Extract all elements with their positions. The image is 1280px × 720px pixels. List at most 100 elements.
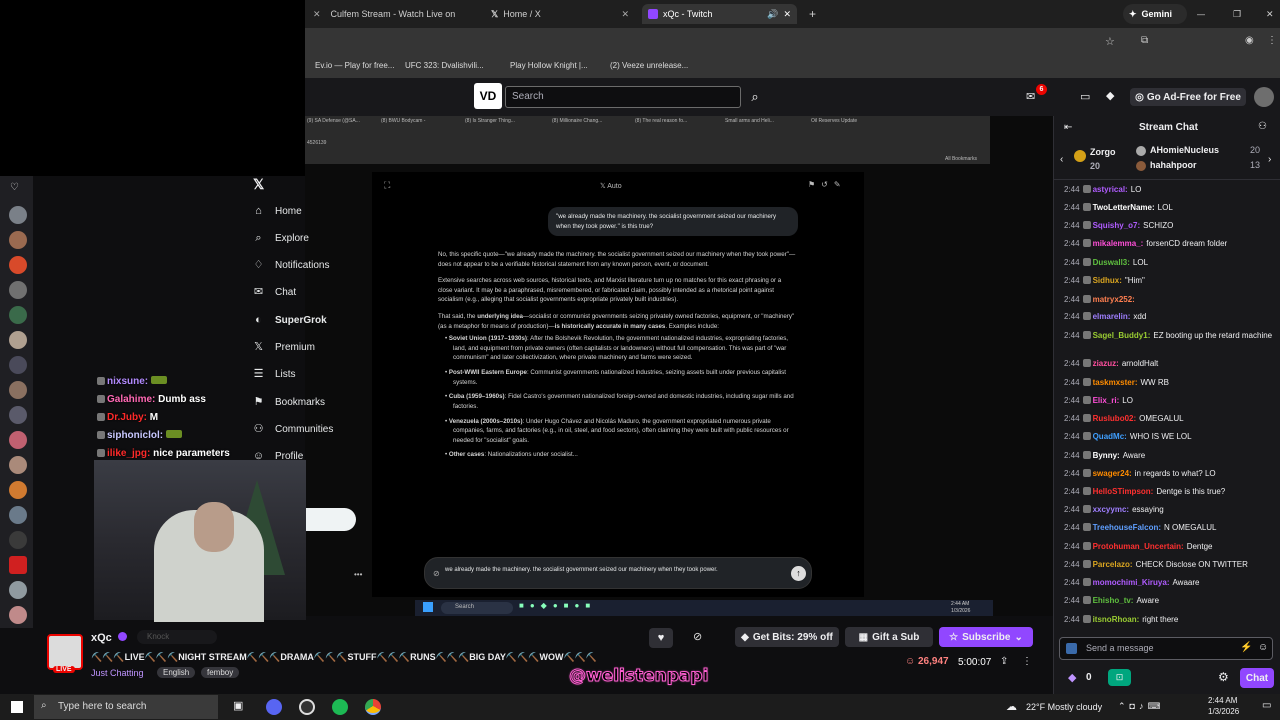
close-icon[interactable]: ✕ xyxy=(621,9,629,20)
inner-search[interactable]: Search xyxy=(441,602,513,614)
attach-icon[interactable]: ⊘ xyxy=(433,569,440,578)
heart-icon[interactable]: ♡ xyxy=(10,182,19,193)
x-nav-chat[interactable]: ✉ Chat xyxy=(252,286,296,299)
chrome-tab-culfem[interactable]: ✕ Culfem Stream - Watch Live on xyxy=(307,4,457,24)
emote-picker-icon[interactable] xyxy=(1066,643,1077,654)
obs-icon[interactable] xyxy=(299,699,315,715)
avatar[interactable] xyxy=(9,306,27,324)
avatar[interactable] xyxy=(9,281,27,299)
bookmark-ufc[interactable]: UFC 323: Dvalishvili... xyxy=(405,61,484,70)
taskbar-search[interactable]: ⌕ Type here to search xyxy=(34,695,218,719)
search-input[interactable]: Search xyxy=(505,86,741,108)
post-button[interactable] xyxy=(305,508,356,531)
avatar[interactable] xyxy=(9,381,27,399)
inner-all-bookmarks[interactable]: All Bookmarks xyxy=(945,156,977,162)
chrome-tab-xqc[interactable]: xQc - Twitch 🔊 ✕ xyxy=(642,4,797,24)
grok-input[interactable]: ⊘ we already made the machinery. the soc… xyxy=(424,557,812,589)
more-icon[interactable]: ••• xyxy=(354,570,362,579)
chat-username[interactable]: Squishy_o7: xyxy=(1093,221,1141,230)
minimize-button[interactable]: — xyxy=(1191,4,1205,24)
chrome-address-bar[interactable]: ☆ ⧉ ◉ ⋮ xyxy=(305,28,1280,56)
x-nav-notifications[interactable]: ♢ Notifications xyxy=(252,259,330,272)
chat-send-button[interactable]: Chat xyxy=(1240,668,1274,688)
chat-username[interactable]: Duswall3: xyxy=(1093,258,1130,267)
grok-mode[interactable]: 𝕏 Auto xyxy=(600,182,622,190)
chat-username[interactable]: QuadMc: xyxy=(1093,432,1127,441)
bits-icon[interactable]: ◆ xyxy=(1106,89,1114,102)
close-icon[interactable]: ✕ xyxy=(783,9,791,20)
tag-english[interactable]: English xyxy=(157,667,196,678)
close-window-button[interactable]: ✕ xyxy=(1260,4,1274,24)
chat-username[interactable]: Sidhux: xyxy=(1093,276,1122,285)
menu-icon[interactable]: ⋮ xyxy=(1267,35,1277,46)
knock-button[interactable]: Knock xyxy=(137,630,217,644)
avatar[interactable] xyxy=(9,256,27,274)
chevron-right-icon[interactable]: › xyxy=(1268,154,1271,165)
app-icons[interactable]: ■●◆●■●■ xyxy=(519,601,596,610)
get-bits-button[interactable]: ◆ Get Bits: 29% off xyxy=(735,627,839,647)
profile-icon[interactable]: ◉ xyxy=(1245,35,1254,46)
channel-avatar[interactable] xyxy=(47,634,83,670)
channel-name[interactable]: xQc xyxy=(91,632,112,644)
channel-points-button[interactable]: ⊡ xyxy=(1108,669,1131,686)
chevron-left-icon[interactable]: ‹ xyxy=(1060,154,1063,165)
avatar[interactable] xyxy=(9,456,27,474)
chat-username[interactable]: Bynny: xyxy=(1093,451,1120,460)
avatar[interactable] xyxy=(9,481,27,499)
x-nav-explore[interactable]: ⌕ Explore xyxy=(252,232,309,245)
chat-username[interactable]: matryx252: xyxy=(1093,295,1135,304)
settings-icon[interactable]: ⚙ xyxy=(1218,670,1229,684)
chat-username[interactable]: Sagel_Buddy1: xyxy=(1093,331,1151,340)
avatar[interactable] xyxy=(9,206,27,224)
maximize-button[interactable]: ❐ xyxy=(1227,4,1241,24)
avatar[interactable] xyxy=(1254,87,1274,107)
more-options-icon[interactable]: ⋮ xyxy=(1022,656,1032,667)
chat-username[interactable]: Ehisho_tv: xyxy=(1093,596,1134,605)
windows-icon[interactable] xyxy=(11,701,23,713)
x-nav-supergrok[interactable]: ◐ SuperGrok xyxy=(252,314,327,327)
avatar[interactable] xyxy=(9,581,27,599)
whispers-icon[interactable]: ▭ xyxy=(1080,90,1090,103)
chat-username[interactable]: swager24: xyxy=(1093,469,1132,478)
x-nav-lists[interactable]: ☰ Lists xyxy=(252,368,296,381)
chat-username[interactable]: Elix_ri: xyxy=(1093,396,1120,405)
avatar[interactable] xyxy=(9,231,27,249)
chat-username[interactable]: astyrical: xyxy=(1093,185,1128,194)
avatar[interactable] xyxy=(9,431,27,449)
x-logo-icon[interactable]: 𝕏 xyxy=(253,176,264,193)
chat-username[interactable]: xxcyymc: xyxy=(1093,505,1129,514)
notification-off-icon[interactable]: ⊘ xyxy=(693,630,702,643)
x-nav-communities[interactable]: ⚇ Communities xyxy=(252,423,334,436)
grok-toolbar[interactable]: ⚑↺✎ xyxy=(808,180,847,189)
ad-free-button[interactable]: ◎ Go Ad-Free for Free xyxy=(1130,88,1246,106)
heart-button[interactable]: ♥ xyxy=(649,628,673,648)
gift-sub-button[interactable]: ▦ Gift a Sub xyxy=(845,627,933,647)
spotify-icon[interactable] xyxy=(332,699,348,715)
category-link[interactable]: Just Chatting xyxy=(91,668,144,678)
close-icon[interactable]: ✕ xyxy=(313,9,321,20)
inner-url[interactable]: 4526139 xyxy=(307,140,326,146)
expand-icon[interactable]: ⛶ xyxy=(384,180,390,191)
bookmark-hollow-knight[interactable]: Play Hollow Knight |... xyxy=(510,61,588,70)
avatar[interactable] xyxy=(9,506,27,524)
extensions-icon[interactable]: ⧉ xyxy=(1141,35,1148,46)
star-icon[interactable]: ☆ xyxy=(1105,35,1115,48)
avatar[interactable] xyxy=(9,531,27,549)
chrome-tab-x-home[interactable]: 𝕏 Home / X ✕ xyxy=(485,4,635,24)
new-tab-button[interactable]: + xyxy=(803,4,823,24)
discord-icon[interactable] xyxy=(266,699,282,715)
speaker-icon[interactable]: 🔊 xyxy=(767,9,778,20)
logo-icon[interactable]: VD xyxy=(474,83,502,109)
task-view-icon[interactable]: ▣ xyxy=(233,699,243,712)
share-icon[interactable]: ⇪ xyxy=(1000,656,1008,667)
avatar[interactable] xyxy=(9,406,27,424)
chat-username[interactable]: taskmxster: xyxy=(1093,378,1138,387)
windows-icon[interactable] xyxy=(423,602,433,612)
avatar[interactable] xyxy=(9,556,27,574)
tag-femboy[interactable]: femboy xyxy=(201,667,240,678)
x-nav-home[interactable]: ⌂ Home xyxy=(252,205,302,218)
chat-username[interactable]: momochimi_Kiruya: xyxy=(1093,578,1170,587)
inbox-icon[interactable]: ✉ xyxy=(1026,90,1035,103)
chat-username[interactable]: Ruslubo02: xyxy=(1093,414,1137,423)
chat-username[interactable]: ziazuz: xyxy=(1093,359,1119,368)
